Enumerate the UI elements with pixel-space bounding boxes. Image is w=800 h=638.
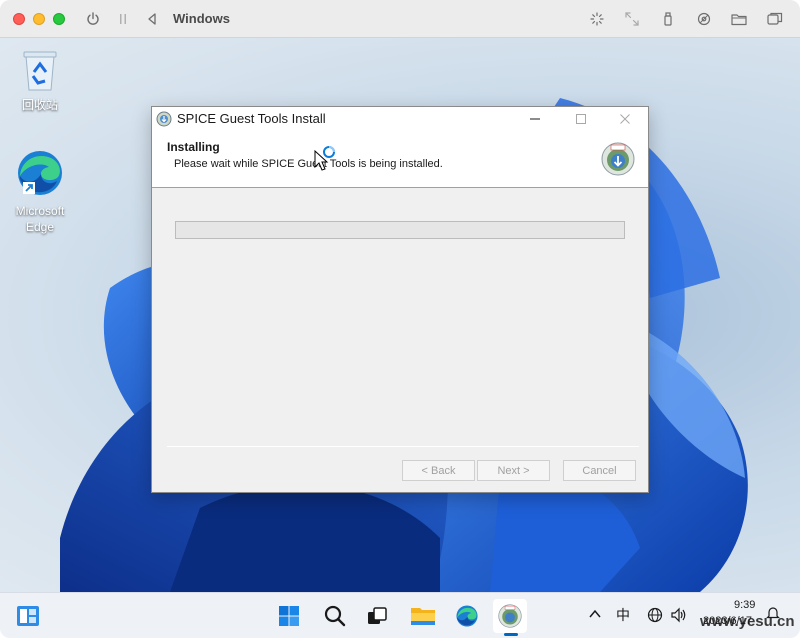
brightness-icon[interactable]: [587, 9, 607, 29]
mouse-cursor: [314, 145, 336, 174]
edge-icon[interactable]: [450, 599, 484, 633]
microsoft-edge-icon: [15, 148, 65, 201]
pause-icon[interactable]: [113, 9, 133, 29]
dialog-header: Installing Please wait while SPICE Guest…: [152, 131, 648, 188]
installer-logo-icon: [601, 142, 635, 179]
install-progress-bar: [175, 221, 625, 239]
next-button[interactable]: Next >: [477, 460, 550, 481]
task-view-icon[interactable]: [360, 599, 394, 633]
dialog-divider: [167, 446, 639, 447]
spice-installer-icon[interactable]: [493, 599, 527, 636]
minimize-button[interactable]: [512, 107, 558, 131]
maximize-window-button[interactable]: [53, 13, 65, 25]
minimize-window-button[interactable]: [33, 13, 45, 25]
desktop-icon-recycle-bin[interactable]: 回收站: [5, 48, 75, 113]
taskbar: 中 9:39 2023/6/17 www.yesu.cn: [0, 592, 800, 638]
desktop-icon-label: 回收站: [21, 98, 58, 112]
dialog-title: SPICE Guest Tools Install: [177, 111, 326, 126]
back-icon[interactable]: [142, 9, 162, 29]
network-icon[interactable]: [647, 607, 663, 626]
chevron-up-icon[interactable]: [588, 607, 602, 624]
dialog-titlebar[interactable]: SPICE Guest Tools Install: [152, 107, 648, 131]
power-icon[interactable]: [83, 9, 103, 29]
usb-icon[interactable]: [658, 9, 678, 29]
clock-time[interactable]: 9:39: [734, 599, 755, 611]
ime-indicator[interactable]: 中: [616, 605, 630, 625]
close-window-button[interactable]: [13, 13, 25, 25]
header-title: Installing: [167, 140, 220, 154]
cancel-button[interactable]: Cancel: [563, 460, 636, 481]
search-icon[interactable]: [318, 599, 352, 633]
widgets-icon[interactable]: [11, 599, 45, 633]
header-subtitle: Please wait while SPICE Guest Tools is b…: [174, 158, 443, 170]
back-button[interactable]: < Back: [402, 460, 475, 481]
file-explorer-icon[interactable]: [406, 599, 440, 633]
close-button[interactable]: [602, 107, 648, 131]
volume-icon[interactable]: [670, 607, 688, 626]
folder-icon[interactable]: [729, 9, 749, 29]
active-app-indicator: [504, 633, 518, 636]
start-icon[interactable]: [272, 599, 306, 633]
watermark: www.yesu.cn: [700, 613, 795, 630]
desktop-icon-edge[interactable]: Microsoft Edge: [5, 148, 75, 235]
desktop-icon-label: Microsoft Edge: [15, 204, 65, 234]
host-window: Windows 回收站 Microsoft Edge SPICE Guest T…: [0, 0, 800, 638]
spice-installer-icon: [156, 111, 172, 130]
host-titlebar: Windows: [0, 0, 800, 38]
recycle-bin-icon: [20, 48, 60, 95]
host-title: Windows: [173, 11, 230, 26]
installer-dialog: SPICE Guest Tools Install Installing Ple…: [151, 106, 649, 493]
windows-icon[interactable]: [765, 9, 785, 29]
maximize-button[interactable]: [558, 107, 604, 131]
resize-icon[interactable]: [622, 9, 642, 29]
disk-icon[interactable]: [694, 9, 714, 29]
